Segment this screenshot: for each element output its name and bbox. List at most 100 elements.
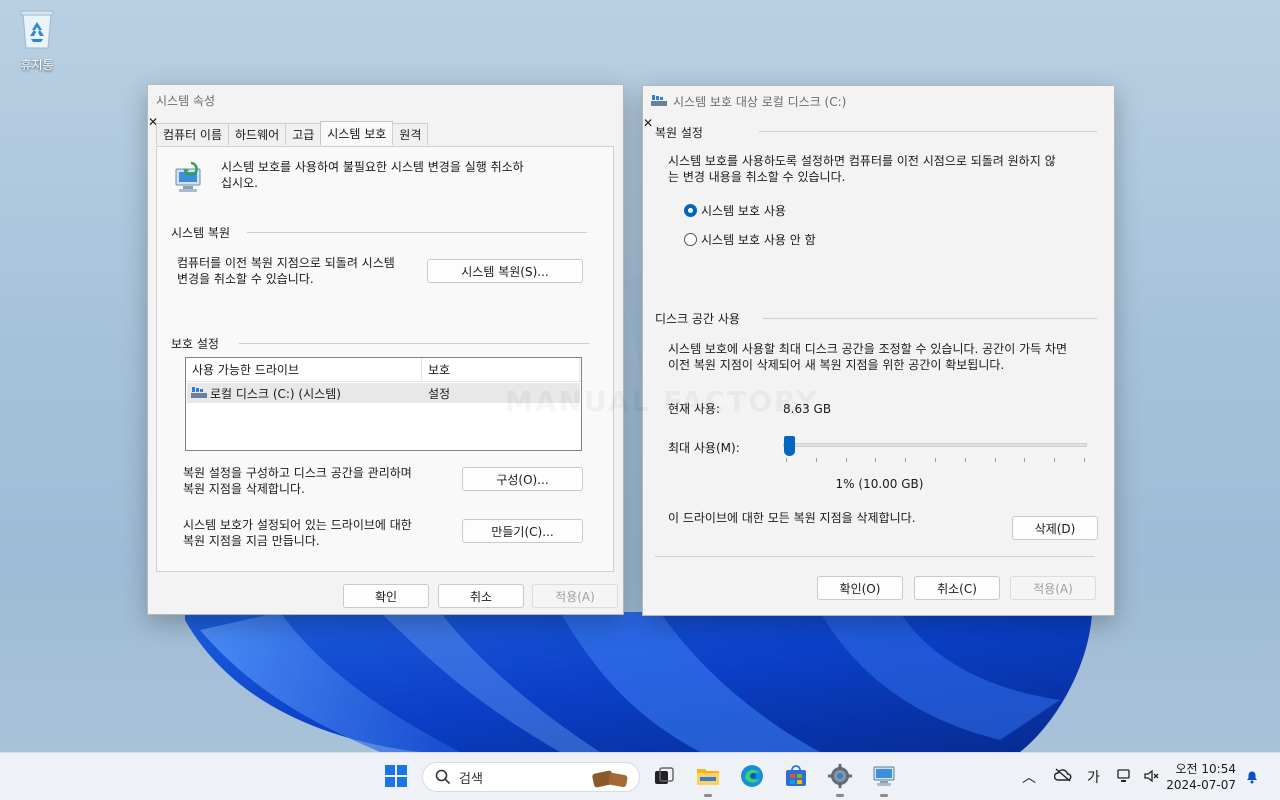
slider-tick: [845, 458, 847, 462]
running-indicator: [704, 794, 712, 797]
tab-system-protection[interactable]: 시스템 보호: [320, 121, 394, 145]
max-usage-label: 최대 사용(M):: [668, 441, 740, 455]
delete-description: 이 드라이브에 대한 모든 복원 지점을 삭제합니다.: [668, 511, 916, 525]
delete-button[interactable]: 삭제(D): [1012, 516, 1098, 540]
notifications-button[interactable]: [1244, 768, 1260, 788]
drive-icon: [651, 95, 667, 107]
clock-date: 2024-07-07: [1166, 778, 1236, 792]
start-button[interactable]: [380, 761, 412, 793]
network-button[interactable]: [1117, 768, 1133, 788]
edge-browser-button[interactable]: [736, 761, 768, 793]
network-icon: [1117, 769, 1133, 788]
gear-icon: [828, 763, 852, 791]
tab-strip: 컴퓨터 이름 하드웨어 고급 시스템 보호 원격: [156, 121, 429, 145]
watermark: MANUAL FACTORY: [505, 385, 818, 418]
restore-settings-title: 복원 설정: [655, 126, 703, 140]
create-button[interactable]: 만들기(C)...: [462, 519, 583, 543]
cloud-offline-icon: [1053, 768, 1072, 786]
show-hidden-icons-button[interactable]: ︿: [1022, 767, 1036, 787]
slider-tick: [875, 458, 877, 462]
recycle-bin-label: 휴지통: [20, 58, 54, 72]
recycle-bin-icon: [18, 8, 56, 50]
system-restore-button[interactable]: 시스템 복원(S)...: [427, 259, 583, 283]
radio-disable-protection[interactable]: 시스템 보호 사용 안 함: [684, 231, 816, 248]
slider-tick: [964, 458, 966, 462]
disk-usage-divider: [763, 318, 1097, 319]
tab-advanced[interactable]: 고급: [285, 123, 322, 145]
running-indicator: [836, 794, 844, 797]
configure-description: 복원 설정을 구성하고 디스크 공간을 관리하며 복원 지점을 삭제합니다.: [183, 466, 412, 496]
ime-indicator[interactable]: 가: [1087, 767, 1100, 787]
protection-section-title: 보호 설정: [171, 337, 219, 351]
max-usage-slider-track[interactable]: [783, 443, 1087, 447]
footer-divider: [655, 556, 1095, 557]
radio-enable-label: 시스템 보호 사용: [701, 204, 786, 218]
apply-button[interactable]: 적용(A): [532, 584, 618, 608]
recycle-bin-shortcut[interactable]: 휴지통: [10, 8, 64, 73]
slider-tick: [1054, 458, 1056, 462]
apply-button[interactable]: 적용(A): [1010, 576, 1096, 600]
cancel-button[interactable]: 취소(C): [914, 576, 1000, 600]
clock[interactable]: 오전 10:54 2024-07-07: [1166, 761, 1236, 793]
volume-button[interactable]: [1143, 768, 1159, 788]
system-properties-icon: [872, 765, 896, 790]
restore-description: 컴퓨터를 이전 복원 지점으로 되돌려 시스템 변경을 취소할 수 있습니다.: [177, 256, 395, 286]
title-bar[interactable]: 시스템 보호 대상 로컬 디스크 (C:): [643, 86, 1114, 116]
column-header-drives[interactable]: 사용 가능한 드라이브: [186, 358, 422, 381]
task-view-button[interactable]: [648, 761, 680, 793]
running-indicator: [880, 794, 888, 797]
slider-tick: [994, 458, 996, 462]
restore-section-divider: [247, 232, 587, 233]
column-header-protection[interactable]: 보호: [422, 358, 580, 381]
max-usage-readout: 1% (10.00 GB): [835, 477, 924, 491]
file-explorer-button[interactable]: [692, 761, 724, 797]
restore-section-title: 시스템 복원: [171, 226, 231, 240]
taskbar: 검색 ︿ 가 오전 10:54 2024-07-07: [0, 752, 1280, 800]
ok-button[interactable]: 확인: [343, 584, 429, 608]
settings-button[interactable]: [824, 761, 856, 797]
store-icon: [785, 764, 807, 790]
bell-icon: [1244, 771, 1260, 788]
radio-unselected-icon: [684, 233, 697, 246]
slider-tick: [1024, 458, 1026, 462]
title-bar[interactable]: 시스템 속성: [148, 85, 623, 115]
store-button[interactable]: [780, 761, 812, 793]
system-properties-window: 시스템 속성 ✕ 컴퓨터 이름 하드웨어 고급 시스템 보호 원격 시스템 보호…: [147, 84, 624, 615]
task-view-icon: [654, 766, 674, 789]
create-description: 시스템 보호가 설정되어 있는 드라이브에 대한 복원 지점을 지금 만듭니다.: [183, 518, 412, 548]
slider-tick: [905, 458, 907, 462]
intro-text: 시스템 보호를 사용하여 불필요한 시스템 변경을 실행 취소하 십시오.: [221, 160, 524, 190]
clock-time: 오전 10:54: [1175, 762, 1236, 776]
configure-button[interactable]: 구성(O)...: [462, 467, 583, 491]
folder-icon: [696, 766, 720, 789]
tab-panel-system-protection: 시스템 보호를 사용하여 불필요한 시스템 변경을 실행 취소하 십시오. 시스…: [156, 146, 614, 572]
radio-selected-icon: [684, 204, 697, 217]
slider-tick: [786, 458, 787, 462]
window-title: 시스템 보호 대상 로컬 디스크 (C:): [673, 94, 847, 109]
disk-usage-title: 디스크 공간 사용: [655, 312, 740, 326]
slider-tick: [1084, 458, 1085, 462]
taskbar-search[interactable]: 검색: [422, 762, 640, 792]
restore-settings-description: 시스템 보호를 사용하도록 설정하면 컴퓨터를 이전 시점으로 되돌려 원하지 …: [668, 154, 1056, 184]
radio-enable-protection[interactable]: 시스템 보호 사용: [684, 202, 786, 219]
restore-settings-divider: [759, 131, 1097, 132]
max-usage-slider-thumb[interactable]: [784, 436, 796, 456]
search-icon: [435, 769, 451, 789]
close-icon[interactable]: ✕: [643, 116, 1114, 130]
system-properties-taskbar-button[interactable]: [868, 761, 900, 797]
windows-logo-icon: [385, 764, 407, 790]
ok-button[interactable]: 확인(O): [817, 576, 903, 600]
system-protection-disk-window: 시스템 보호 대상 로컬 디스크 (C:) ✕ 복원 설정 시스템 보호를 사용…: [642, 85, 1115, 616]
drive-list-header: 사용 가능한 드라이브 보호: [186, 358, 581, 382]
edge-icon: [740, 764, 764, 791]
slider-tick: [935, 458, 936, 462]
tab-computer-name[interactable]: 컴퓨터 이름: [156, 123, 230, 145]
window-title: 시스템 속성: [156, 93, 216, 108]
onedrive-button[interactable]: [1053, 768, 1072, 786]
search-placeholder: 검색: [459, 771, 483, 787]
tab-hardware[interactable]: 하드웨어: [228, 123, 287, 145]
radio-disable-label: 시스템 보호 사용 안 함: [701, 233, 816, 247]
cancel-button[interactable]: 취소: [438, 584, 524, 608]
tab-remote[interactable]: 원격: [392, 123, 429, 145]
disk-usage-description: 시스템 보호에 사용할 최대 디스크 공간을 조정할 수 있습니다. 공간이 가…: [668, 342, 1068, 372]
